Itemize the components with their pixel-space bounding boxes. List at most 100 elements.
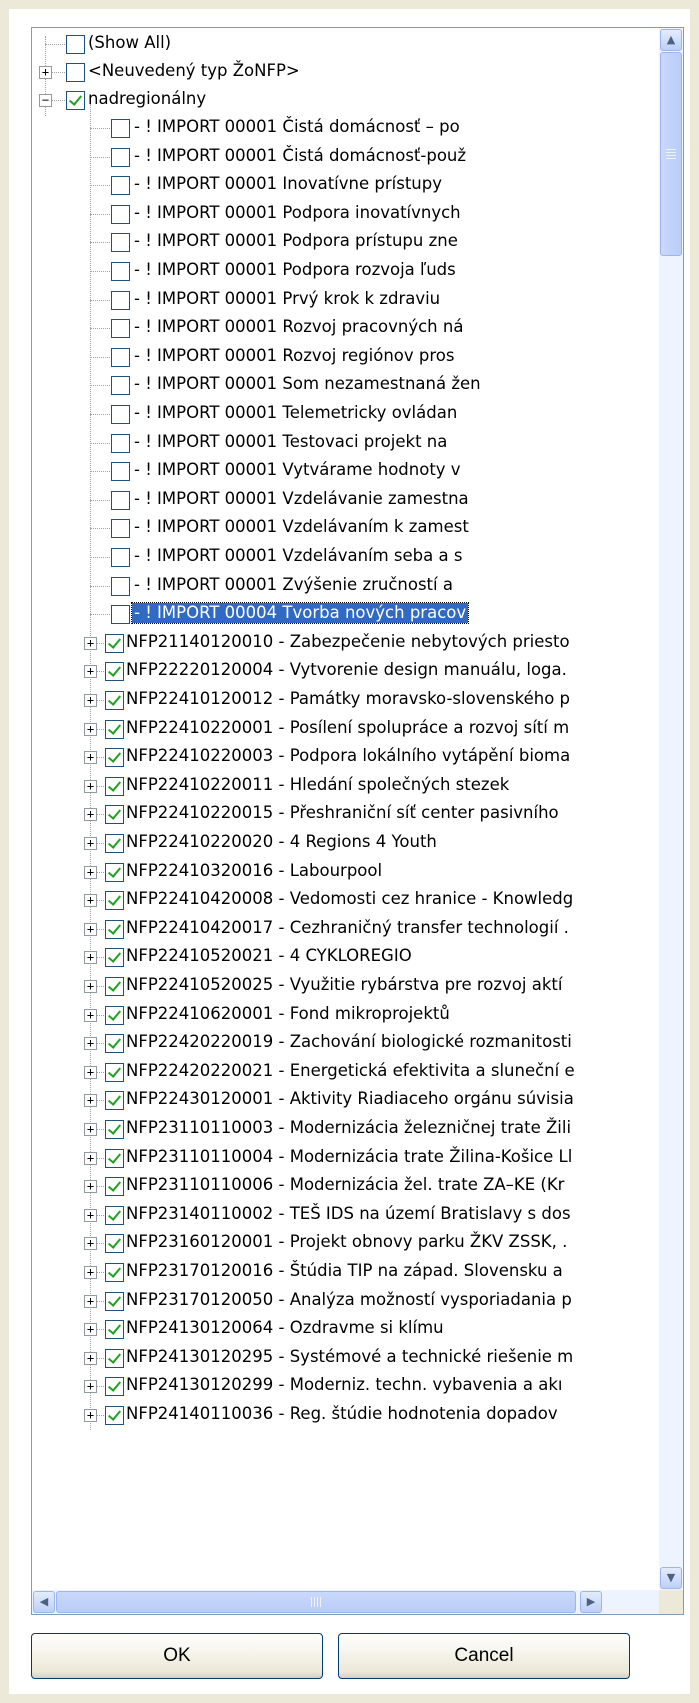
- project-row[interactable]: + NFP22430120001 - Aktivity Riadiaceho or…: [32, 1084, 659, 1115]
- child-row[interactable]: - ! IMPORT 00001 Vzdelávaním seba a s: [32, 541, 659, 572]
- plus-box-icon[interactable]: +: [84, 1009, 97, 1022]
- project-checkbox[interactable]: [105, 748, 124, 767]
- group-checkbox-nadregionalny[interactable]: [66, 91, 85, 110]
- plus-box-icon[interactable]: +: [84, 1180, 97, 1193]
- project-checkbox[interactable]: [105, 1177, 124, 1196]
- project-row[interactable]: + NFP24140110036 - Reg. štúdie hodnotenia…: [32, 1399, 659, 1430]
- arrow-down-icon[interactable]: ▼: [660, 1567, 682, 1589]
- child-row[interactable]: - ! IMPORT 00001 Vzdelávaním k zamest: [32, 512, 659, 543]
- project-row[interactable]: + NFP23170120050 - Analýza možností vyspo…: [32, 1285, 659, 1316]
- project-checkbox[interactable]: [105, 1149, 124, 1168]
- plus-box-icon[interactable]: +: [84, 751, 97, 764]
- plus-box-icon[interactable]: +: [84, 1323, 97, 1336]
- project-row[interactable]: + NFP22410220015 - Přeshraniční síť cente…: [32, 798, 659, 829]
- child-checkbox[interactable]: [111, 548, 130, 567]
- arrow-right-icon[interactable]: ▶: [580, 1591, 602, 1613]
- project-row[interactable]: + NFP23110110006 - Modernizácia žel. trat…: [32, 1170, 659, 1201]
- project-checkbox[interactable]: [105, 1406, 124, 1425]
- plus-box-icon[interactable]: +: [84, 1123, 97, 1136]
- child-row[interactable]: - ! IMPORT 00001 Podpora prístupu zne: [32, 226, 659, 257]
- plus-box-icon[interactable]: +: [84, 1295, 97, 1308]
- project-row[interactable]: + NFP24130120295 - Systémové a technické …: [32, 1342, 659, 1373]
- child-row[interactable]: - ! IMPORT 00001 Čistá domácnosť-použ: [32, 141, 659, 172]
- child-row[interactable]: - ! IMPORT 00004 Tvorba nových pracov: [32, 598, 659, 629]
- child-checkbox[interactable]: [111, 348, 130, 367]
- project-checkbox[interactable]: [105, 1120, 124, 1139]
- child-row[interactable]: - ! IMPORT 00001 Vzdelávanie zamestna: [32, 484, 659, 515]
- plus-box-icon[interactable]: +: [84, 980, 97, 993]
- project-row[interactable]: + NFP22410620001 - Fond mikroprojektů: [32, 999, 659, 1030]
- plus-box-icon[interactable]: +: [84, 1152, 97, 1165]
- project-row[interactable]: + NFP24130120299 - Moderniz. techn. vybav…: [32, 1370, 659, 1401]
- group-row-unspecified[interactable]: + <Neuvedený typ ŽoNFP>: [32, 56, 659, 87]
- arrow-left-icon[interactable]: ◀: [33, 1591, 55, 1613]
- project-row[interactable]: + NFP23110110004 - Modernizácia trate Žil…: [32, 1142, 659, 1173]
- project-checkbox[interactable]: [105, 891, 124, 910]
- project-row[interactable]: + NFP23170120016 - Štúdia TIP na západ. S…: [32, 1256, 659, 1287]
- project-row[interactable]: + NFP22410520021 - 4 CYKLOREGIO: [32, 941, 659, 972]
- plus-box-icon[interactable]: +: [39, 66, 52, 79]
- child-checkbox[interactable]: [111, 233, 130, 252]
- child-checkbox[interactable]: [111, 176, 130, 195]
- child-checkbox[interactable]: [111, 491, 130, 510]
- child-checkbox[interactable]: [111, 262, 130, 281]
- project-checkbox[interactable]: [105, 977, 124, 996]
- plus-box-icon[interactable]: +: [84, 951, 97, 964]
- project-checkbox[interactable]: [105, 863, 124, 882]
- project-checkbox[interactable]: [105, 1091, 124, 1110]
- arrow-up-icon[interactable]: ▲: [660, 29, 682, 51]
- project-checkbox[interactable]: [105, 920, 124, 939]
- project-checkbox[interactable]: [105, 1234, 124, 1253]
- plus-box-icon[interactable]: +: [84, 923, 97, 936]
- project-checkbox[interactable]: [105, 948, 124, 967]
- child-checkbox[interactable]: [111, 119, 130, 138]
- project-row[interactable]: + NFP23140110002 - TEŠ IDS na území Brati…: [32, 1199, 659, 1230]
- project-row[interactable]: + NFP22410320016 - Labourpool: [32, 856, 659, 887]
- project-row[interactable]: + NFP22410420017 - Cezhraničný transfer t…: [32, 913, 659, 944]
- project-checkbox[interactable]: [105, 1263, 124, 1282]
- child-checkbox[interactable]: [111, 405, 130, 424]
- project-checkbox[interactable]: [105, 1349, 124, 1368]
- child-checkbox[interactable]: [111, 577, 130, 596]
- plus-box-icon[interactable]: +: [84, 780, 97, 793]
- minus-box-icon[interactable]: −: [39, 94, 52, 107]
- child-row[interactable]: - ! IMPORT 00001 Vytvárame hodnoty v: [32, 455, 659, 486]
- plus-box-icon[interactable]: +: [84, 1209, 97, 1222]
- project-checkbox[interactable]: [105, 805, 124, 824]
- project-checkbox[interactable]: [105, 834, 124, 853]
- project-checkbox[interactable]: [105, 1292, 124, 1311]
- child-row[interactable]: - ! IMPORT 00001 Zvýšenie zručností a: [32, 570, 659, 601]
- child-row[interactable]: - ! IMPORT 00001 Som nezamestnaná žen: [32, 369, 659, 400]
- plus-box-icon[interactable]: +: [84, 1037, 97, 1050]
- plus-box-icon[interactable]: +: [84, 866, 97, 879]
- project-checkbox[interactable]: [105, 662, 124, 681]
- project-row[interactable]: + NFP22410420008 - Vedomosti cez hranice …: [32, 884, 659, 915]
- project-row[interactable]: + NFP22420220019 - Zachování biologické r…: [32, 1027, 659, 1058]
- child-checkbox[interactable]: [111, 462, 130, 481]
- project-checkbox[interactable]: [105, 634, 124, 653]
- show-all-checkbox[interactable]: [66, 35, 85, 54]
- child-row[interactable]: - ! IMPORT 00001 Podpora rozvoja ľuds: [32, 255, 659, 286]
- filter-tree[interactable]: (Show All) + <Neuvedený typ ŽoNFP> − nad…: [32, 28, 659, 1590]
- project-row[interactable]: + NFP22410220001 - Posílení spolupráce a …: [32, 713, 659, 744]
- project-checkbox[interactable]: [105, 1063, 124, 1082]
- project-row[interactable]: + NFP24130120064 - Ozdravme si klímu: [32, 1313, 659, 1344]
- show-all-row[interactable]: (Show All): [32, 28, 659, 59]
- project-checkbox[interactable]: [105, 691, 124, 710]
- plus-box-icon[interactable]: +: [84, 1266, 97, 1279]
- group-row-nadregionalny[interactable]: − nadregionálny: [32, 84, 659, 115]
- plus-box-icon[interactable]: +: [84, 894, 97, 907]
- child-checkbox[interactable]: [111, 148, 130, 167]
- child-checkbox[interactable]: [111, 519, 130, 538]
- project-row[interactable]: + NFP22220120004 - Vytvorenie design manu…: [32, 655, 659, 686]
- child-checkbox[interactable]: [111, 434, 130, 453]
- project-row[interactable]: + NFP22410220011 - Hledání společných ste…: [32, 770, 659, 801]
- plus-box-icon[interactable]: +: [84, 1094, 97, 1107]
- project-checkbox[interactable]: [105, 1206, 124, 1225]
- project-checkbox[interactable]: [105, 720, 124, 739]
- project-checkbox[interactable]: [105, 1320, 124, 1339]
- plus-box-icon[interactable]: +: [84, 1409, 97, 1422]
- project-row[interactable]: + NFP22410220003 - Podpora lokálního vytá…: [32, 741, 659, 772]
- plus-box-icon[interactable]: +: [84, 1352, 97, 1365]
- project-row[interactable]: + NFP23110110003 - Modernizácia železničn…: [32, 1113, 659, 1144]
